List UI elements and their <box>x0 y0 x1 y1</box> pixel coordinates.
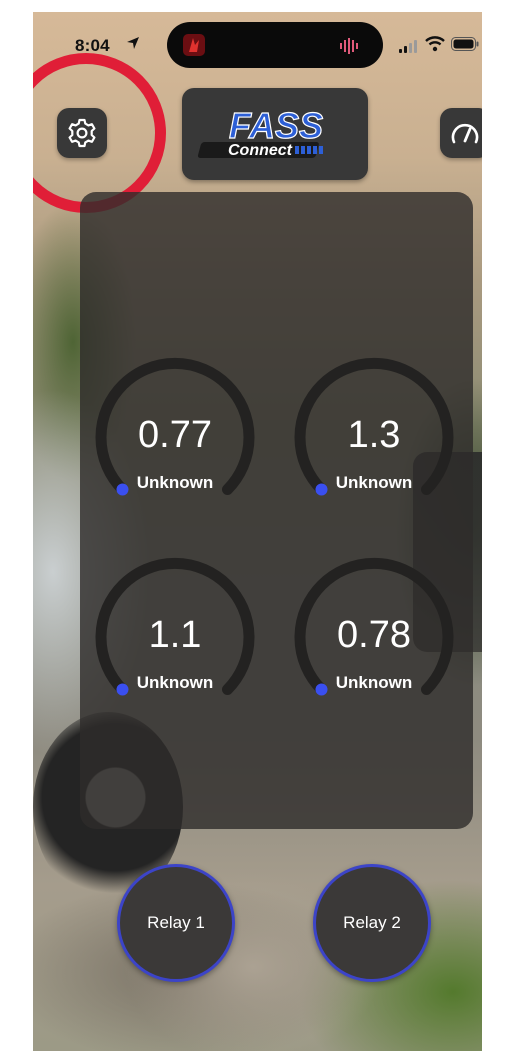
gauge-label: Unknown <box>136 473 214 492</box>
gauge-panel: 0.77 Unknown 1.3 Unknown 1.1 Unknown 0.7… <box>80 192 473 829</box>
logo-icon: FASS Connect <box>197 104 324 159</box>
gauge-value: 0.77 <box>138 414 212 456</box>
settings-button[interactable] <box>57 108 107 158</box>
location-arrow-icon <box>127 37 139 49</box>
status-bar: 8:04 <box>33 12 482 68</box>
gauge-label: Unknown <box>136 673 214 692</box>
gauge-value: 1.1 <box>148 614 202 656</box>
relay-2-button[interactable]: Relay 2 <box>313 864 431 982</box>
dynamic-island <box>167 22 383 68</box>
gauge-3: 1.1 Unknown <box>80 542 270 732</box>
relay-1-button[interactable]: Relay 1 <box>117 864 235 982</box>
phone-screen: 8:04 FASS Connect 0.77 Unknown 1.3 Unkno… <box>33 12 482 1051</box>
gauge-label: Unknown <box>335 673 413 692</box>
speedometer-icon <box>451 123 479 144</box>
gear-icon <box>68 118 96 148</box>
battery-icon <box>451 37 479 51</box>
gauge-value: 0.78 <box>337 614 411 656</box>
wifi-icon <box>425 36 445 52</box>
app-icon <box>183 34 205 56</box>
logo-text-top: FASS <box>229 105 323 146</box>
signal-icon <box>399 40 417 53</box>
gauge-value: 1.3 <box>347 414 401 456</box>
gauge-view-button[interactable] <box>440 108 482 158</box>
fass-connect-logo: FASS Connect <box>182 88 368 180</box>
gauge-label: Unknown <box>335 473 413 492</box>
status-time: 8:04 <box>75 36 110 55</box>
gauge-2: 1.3 Unknown <box>279 342 469 532</box>
gauge-1: 0.77 Unknown <box>80 342 270 532</box>
gauge-4: 0.78 Unknown <box>279 542 469 732</box>
logo-text-bottom: Connect <box>228 142 293 159</box>
waveform-icon <box>340 38 358 54</box>
